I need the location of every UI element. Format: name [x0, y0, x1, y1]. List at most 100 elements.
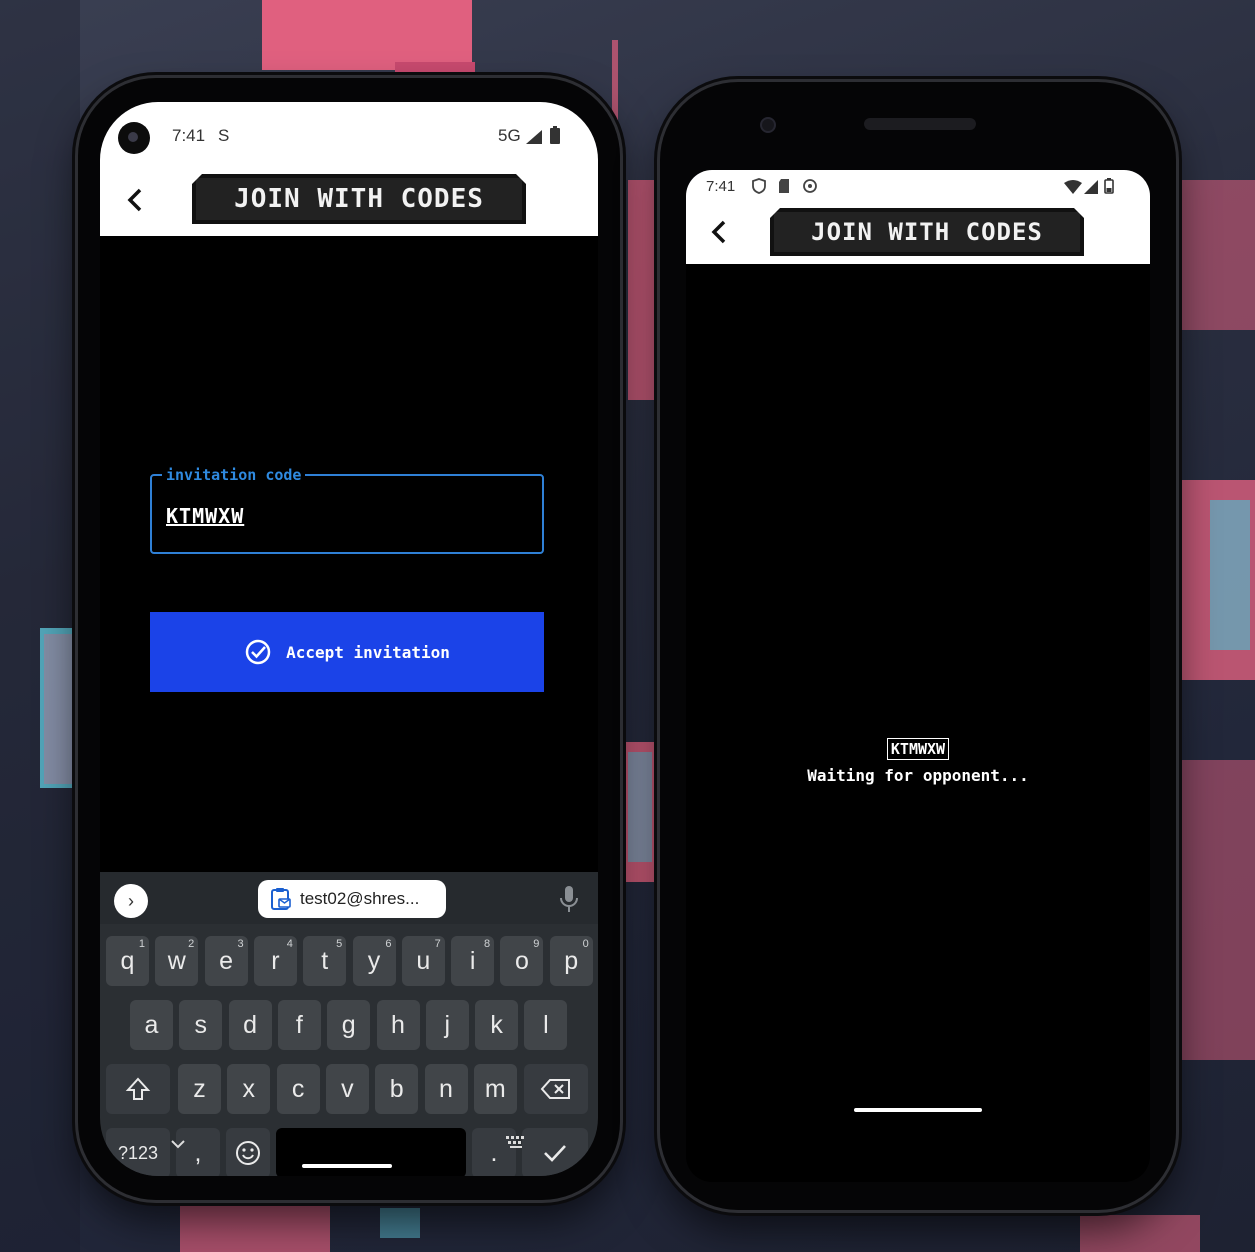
bg-neon-sign-right-text: [1210, 500, 1250, 650]
app-header: JOIN WITH CODES: [100, 164, 598, 236]
key-number-hint: 7: [434, 938, 441, 950]
signal-icon: [526, 130, 542, 144]
key-k[interactable]: k: [475, 1000, 519, 1050]
earpiece-speaker: [864, 118, 976, 130]
home-indicator[interactable]: [854, 1108, 982, 1112]
key-r[interactable]: r4: [253, 936, 297, 986]
key-v[interactable]: v: [325, 1064, 369, 1114]
bg-neon-sign-mid-text: [628, 752, 652, 862]
status-bar: 7:41 S 5G: [100, 102, 598, 164]
key-number-hint: 5: [336, 938, 343, 950]
invitation-code-input[interactable]: [166, 504, 466, 528]
page-title: JOIN WITH CODES: [192, 174, 526, 224]
back-arrow-icon: [127, 188, 142, 212]
microphone-icon[interactable]: [558, 884, 580, 914]
phone-right: 7:41 JOIN WITH CODES KTMWXW Waiting for …: [660, 82, 1176, 1210]
key-g[interactable]: g: [327, 1000, 371, 1050]
clipboard-icon: [271, 888, 291, 910]
back-arrow-icon: [711, 220, 726, 244]
key-f[interactable]: f: [277, 1000, 321, 1050]
invitation-code-field[interactable]: invitation code: [150, 466, 544, 554]
sd-card-icon: [779, 179, 789, 193]
key-y[interactable]: y6: [352, 936, 396, 986]
checkmark-icon: [544, 1145, 566, 1162]
key-b[interactable]: b: [375, 1064, 419, 1114]
sync-icon: [803, 179, 817, 193]
status-time: 7:41: [172, 126, 206, 145]
keyboard-suggestion-bar: › test02@shres...: [100, 872, 598, 924]
network-label: 5G: [498, 126, 521, 145]
back-button[interactable]: [704, 212, 734, 252]
key-s[interactable]: s: [179, 1000, 223, 1050]
bg-floor-reflection-left: [180, 1200, 330, 1252]
clipboard-suggestion-text: test02@shres...: [300, 889, 420, 908]
battery-icon: [550, 126, 560, 144]
comma-key[interactable]: ,: [176, 1128, 220, 1176]
bg-floor-reflection-teal: [380, 1208, 420, 1238]
key-c[interactable]: c: [276, 1064, 320, 1114]
status-time: 7:41: [706, 178, 736, 195]
key-i[interactable]: i8: [451, 936, 495, 986]
key-x[interactable]: x: [227, 1064, 271, 1114]
space-key[interactable]: [276, 1128, 466, 1176]
soft-keyboard: › test02@shres... ?123 , . q1w2e3r4t5y6u…: [100, 872, 598, 1176]
emoji-key[interactable]: [226, 1128, 270, 1176]
expand-toolbar-button[interactable]: ›: [114, 884, 148, 918]
back-button[interactable]: [120, 180, 150, 220]
shift-key[interactable]: [106, 1064, 170, 1114]
emoji-icon: [236, 1141, 260, 1165]
accept-invitation-button[interactable]: Accept invitation: [150, 612, 544, 692]
key-w[interactable]: w2: [155, 936, 199, 986]
key-l[interactable]: l: [524, 1000, 568, 1050]
key-a[interactable]: a: [130, 1000, 173, 1050]
key-p[interactable]: p0: [549, 936, 593, 986]
key-number-hint: 8: [483, 938, 491, 950]
page-title: JOIN WITH CODES: [770, 208, 1084, 256]
accept-invitation-label: Accept invitation: [286, 642, 450, 662]
bg-neon-sign-left-glow: [44, 634, 72, 784]
bg-tree-glow: [1180, 180, 1255, 330]
key-h[interactable]: h: [376, 1000, 420, 1050]
enter-key[interactable]: [522, 1128, 588, 1176]
chevron-right-icon: ›: [128, 890, 134, 911]
key-number-hint: 4: [286, 938, 293, 950]
key-t[interactable]: t5: [303, 936, 347, 986]
clipboard-suggestion-chip[interactable]: test02@shres...: [258, 880, 446, 918]
shield-icon: [752, 178, 766, 194]
bg-floor-reflection-right: [1080, 1215, 1200, 1252]
waiting-text: Waiting for opponent...: [807, 766, 1029, 785]
key-number-hint: 0: [582, 938, 589, 950]
key-m[interactable]: m: [473, 1064, 517, 1114]
symbols-key[interactable]: ?123: [106, 1128, 170, 1176]
key-u[interactable]: u7: [401, 936, 445, 986]
key-e[interactable]: e3: [204, 936, 248, 986]
key-o[interactable]: o9: [500, 936, 544, 986]
shift-icon: [125, 1077, 151, 1100]
invitation-code-label: invitation code: [162, 466, 306, 484]
bg-left-shadow: [0, 0, 80, 1252]
wifi-icon: [1064, 180, 1082, 194]
waiting-code: KTMWXW: [886, 738, 950, 760]
key-d[interactable]: d: [228, 1000, 272, 1050]
key-q[interactable]: q1: [106, 936, 149, 986]
bg-pink-block: [262, 0, 472, 70]
waiting-panel: KTMWXW Waiting for opponent...: [686, 738, 1150, 785]
status-bar: 7:41: [686, 170, 1150, 204]
key-number-hint: 1: [138, 938, 145, 950]
home-indicator[interactable]: [302, 1164, 392, 1168]
front-camera: [760, 117, 776, 133]
phone-right-screen: 7:41 JOIN WITH CODES KTMWXW Waiting for …: [686, 170, 1150, 1182]
phone-left-screen: 7:41 S 5G JOIN WITH CODES invitation cod…: [100, 102, 598, 1176]
key-number-hint: 9: [533, 938, 540, 950]
key-z[interactable]: z: [178, 1064, 221, 1114]
key-j[interactable]: j: [425, 1000, 469, 1050]
app-header: JOIN WITH CODES: [686, 204, 1150, 264]
keyboard-switch-icon[interactable]: [504, 1134, 528, 1150]
backspace-key[interactable]: [524, 1064, 588, 1114]
check-circle-icon: [245, 639, 271, 665]
signal-icon: [1084, 180, 1098, 194]
hide-keyboard-icon[interactable]: [168, 1138, 188, 1150]
key-n[interactable]: n: [424, 1064, 468, 1114]
carrier-icon: S: [218, 126, 230, 145]
key-number-hint: 2: [188, 938, 195, 950]
